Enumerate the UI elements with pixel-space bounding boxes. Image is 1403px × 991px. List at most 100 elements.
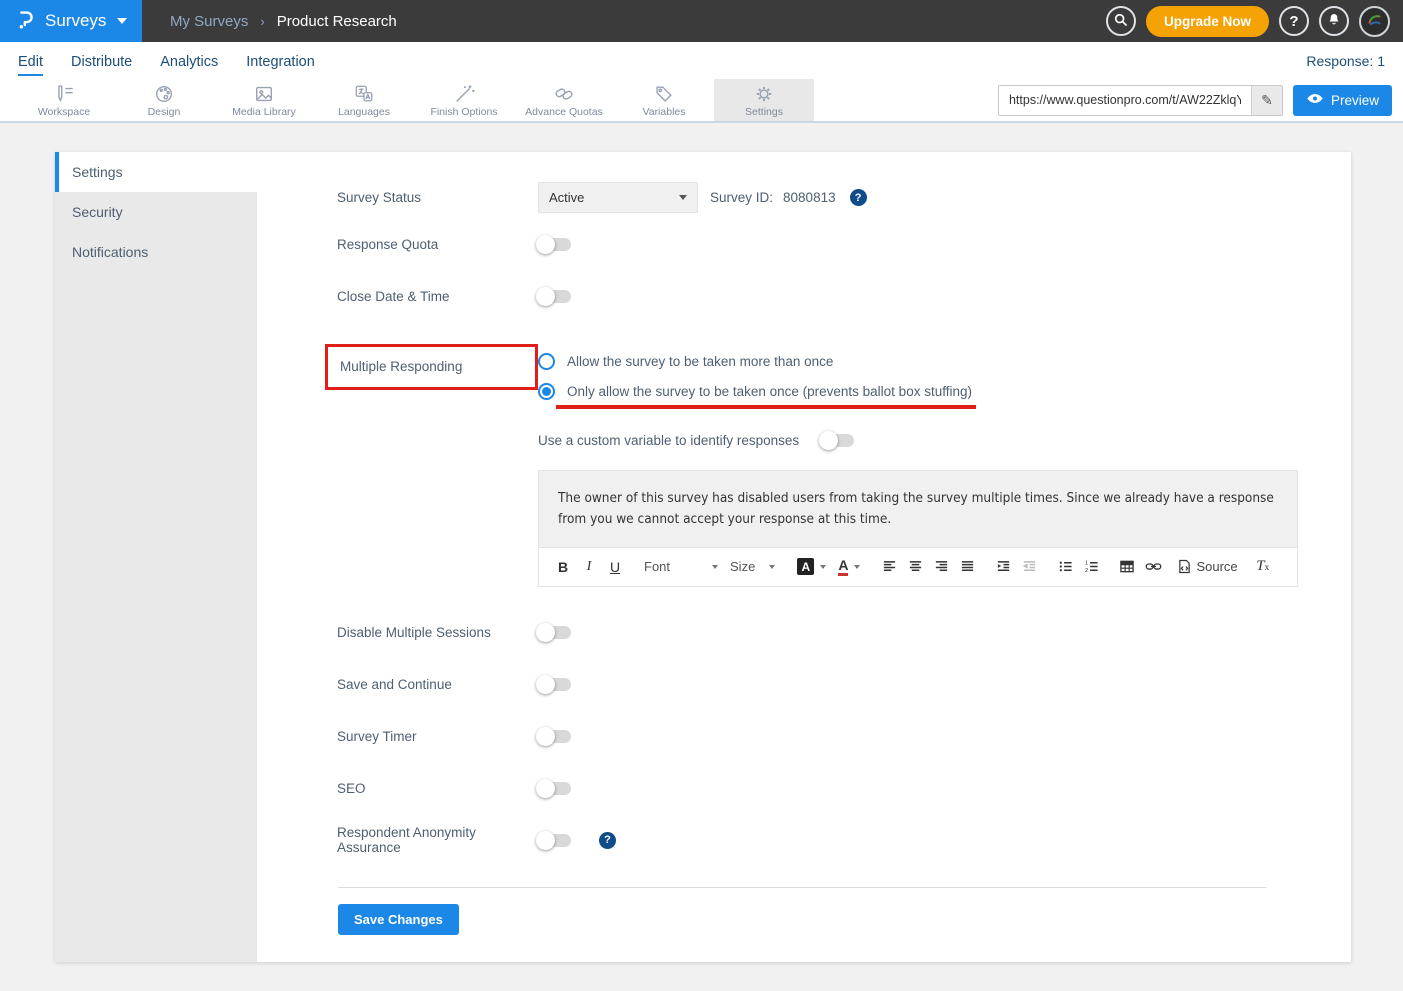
underline-button[interactable]: U	[604, 554, 626, 580]
toolbar-item-design[interactable]: Design	[114, 79, 214, 121]
background-color-button[interactable]: A	[793, 554, 830, 580]
tab-distribute[interactable]: Distribute	[57, 46, 146, 76]
italic-button[interactable]: I	[578, 554, 600, 580]
response-count[interactable]: Response: 1	[1306, 53, 1385, 69]
respondent-anonymity-label: Respondent Anonymity Assurance	[337, 825, 538, 855]
red-annotation-box: Multiple Responding	[325, 344, 538, 390]
respondent-anonymity-row: Respondent Anonymity Assurance ?	[257, 831, 1351, 850]
font-size-select[interactable]: Size	[726, 554, 779, 580]
disable-multiple-sessions-label: Disable Multiple Sessions	[337, 625, 538, 640]
close-date-toggle[interactable]	[538, 290, 571, 303]
breadcrumb-my-surveys[interactable]: My Surveys	[170, 13, 248, 30]
survey-timer-toggle[interactable]	[538, 730, 571, 743]
user-avatar[interactable]	[1359, 6, 1390, 37]
bullet-list-button[interactable]	[1054, 554, 1076, 580]
increase-indent-button[interactable]	[992, 554, 1014, 580]
radio-selected-icon	[538, 383, 555, 400]
toggle-knob	[819, 431, 838, 450]
radio-only-once[interactable]: Only allow the survey to be taken once (…	[538, 383, 972, 409]
text-color-button[interactable]: A	[834, 554, 864, 580]
survey-status-value: Active	[549, 190, 584, 205]
tab-analytics[interactable]: Analytics	[146, 46, 232, 76]
font-family-select[interactable]: Font	[640, 554, 722, 580]
edit-url-button[interactable]: ✎	[1251, 86, 1282, 115]
toolbar-item-media-library[interactable]: Media Library	[214, 79, 314, 121]
toolbar-item-languages[interactable]: Languages	[314, 79, 414, 121]
tab-integration[interactable]: Integration	[232, 46, 329, 76]
disable-multiple-sessions-toggle[interactable]	[538, 626, 571, 639]
header-actions: Upgrade Now ?	[1106, 0, 1403, 42]
save-changes-button[interactable]: Save Changes	[338, 904, 459, 935]
bold-button[interactable]: B	[552, 554, 574, 580]
bell-icon	[1326, 11, 1342, 31]
source-button[interactable]: Source	[1178, 554, 1237, 580]
custom-variable-toggle[interactable]	[821, 434, 854, 447]
survey-timer-row: Survey Timer	[257, 727, 1351, 746]
disabled-message-editor: The owner of this survey has disabled us…	[538, 470, 1298, 587]
seo-row: SEO	[257, 779, 1351, 798]
decrease-indent-button[interactable]	[1018, 554, 1040, 580]
radio-allow-multiple[interactable]: Allow the survey to be taken more than o…	[538, 353, 972, 370]
toggle-knob	[536, 287, 555, 306]
app-logo-surveys-menu[interactable]: Surveys	[0, 0, 142, 42]
insert-link-button[interactable]	[1142, 554, 1164, 580]
breadcrumb: My Surveys › Product Research	[170, 0, 397, 42]
search-button[interactable]	[1106, 6, 1136, 36]
sidebar-item-security[interactable]: Security	[55, 192, 257, 232]
survey-status-select[interactable]: Active	[538, 182, 698, 213]
response-quota-row: Response Quota	[257, 235, 1351, 254]
disable-multiple-sessions-row: Disable Multiple Sessions	[257, 623, 1351, 642]
sidebar-item-notifications[interactable]: Notifications	[55, 232, 257, 272]
survey-status-label: Survey Status	[337, 190, 538, 205]
tag-icon	[653, 83, 675, 105]
upgrade-now-button[interactable]: Upgrade Now	[1146, 6, 1269, 37]
toolbar-item-settings[interactable]: Settings	[714, 79, 814, 121]
breadcrumb-separator-icon: ›	[260, 14, 264, 29]
help-button[interactable]: ?	[1279, 6, 1309, 36]
chevron-down-icon	[117, 18, 127, 24]
close-date-label: Close Date & Time	[337, 289, 538, 304]
translate-icon	[353, 83, 375, 105]
svg-text:2: 2	[1085, 568, 1088, 574]
toolbar-item-advance-quotas[interactable]: Advance Quotas	[514, 79, 614, 121]
respondent-anonymity-toggle[interactable]	[538, 834, 571, 847]
save-and-continue-toggle[interactable]	[538, 678, 571, 691]
toolbar-item-variables[interactable]: Variables	[614, 79, 714, 121]
tab-edit[interactable]: Edit	[18, 46, 57, 76]
product-name: Surveys	[45, 11, 106, 31]
divider	[338, 887, 1267, 888]
align-left-button[interactable]	[878, 554, 900, 580]
survey-id-value: 8080813	[783, 190, 836, 205]
insert-table-button[interactable]	[1116, 554, 1138, 580]
survey-id-label: Survey ID:	[710, 190, 773, 205]
numbered-list-button[interactable]: 12	[1080, 554, 1102, 580]
response-quota-toggle[interactable]	[538, 238, 571, 251]
sidebar-item-settings[interactable]: Settings	[55, 152, 257, 192]
toolbar-item-workspace[interactable]: Workspace	[14, 79, 114, 121]
search-icon	[1112, 11, 1129, 32]
image-icon	[253, 83, 275, 105]
questionpro-logo-icon	[14, 7, 36, 36]
toolbar-item-finish-options[interactable]: Finish Options	[414, 79, 514, 121]
seo-label: SEO	[337, 781, 538, 796]
save-and-continue-row: Save and Continue	[257, 675, 1351, 694]
align-right-button[interactable]	[930, 554, 952, 580]
gear-icon	[753, 83, 775, 105]
align-center-button[interactable]	[904, 554, 926, 580]
remove-format-button[interactable]: Tx	[1252, 554, 1274, 580]
avatar-logo-icon	[1364, 8, 1386, 35]
seo-toggle[interactable]	[538, 782, 571, 795]
disabled-message-text[interactable]: The owner of this survey has disabled us…	[539, 471, 1297, 547]
notifications-button[interactable]	[1319, 6, 1349, 36]
preview-button[interactable]: Preview	[1293, 85, 1392, 116]
eye-icon	[1306, 92, 1324, 108]
survey-id-help-icon[interactable]: ?	[850, 189, 867, 206]
align-justify-button[interactable]	[956, 554, 978, 580]
chevron-down-icon	[679, 195, 687, 200]
custom-variable-row: Use a custom variable to identify respon…	[458, 433, 1351, 448]
survey-url-input[interactable]	[999, 86, 1251, 115]
respondent-anonymity-help-icon[interactable]: ?	[599, 832, 616, 849]
palette-icon	[153, 83, 175, 105]
radio-icon	[538, 353, 555, 370]
chevron-down-icon	[769, 565, 775, 569]
